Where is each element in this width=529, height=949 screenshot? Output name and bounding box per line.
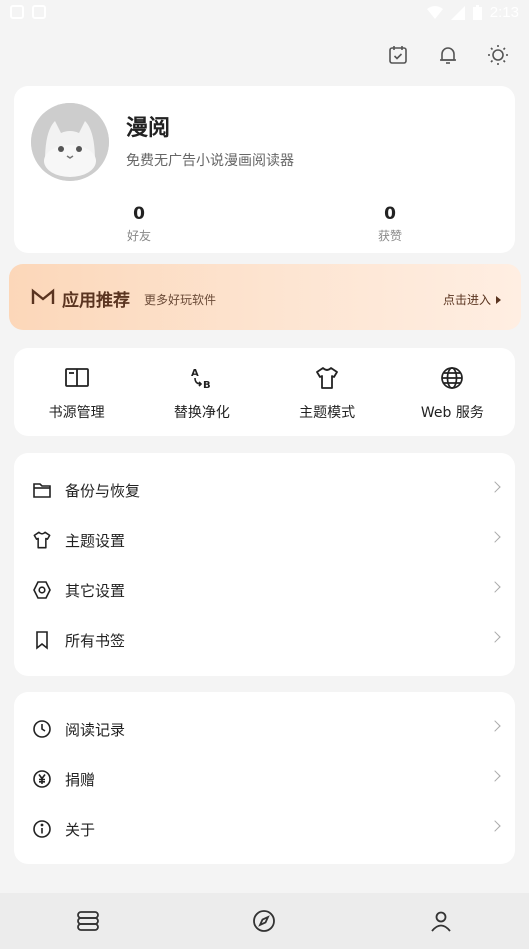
list-item-label: 所有书签 bbox=[65, 631, 126, 650]
chevron-right-icon bbox=[489, 481, 501, 493]
banner-action[interactable]: 点击进入 bbox=[443, 291, 501, 308]
nav-profile[interactable] bbox=[353, 893, 529, 949]
clock-icon bbox=[31, 718, 53, 740]
settings-card-2: 阅读记录 捐赠 关于 bbox=[14, 692, 515, 864]
quick-action-label: Web 服务 bbox=[420, 405, 484, 421]
theme-settings-item[interactable]: 主题设置 bbox=[14, 515, 515, 565]
play-triangle-icon bbox=[496, 295, 501, 304]
profile-card: 漫阅 免费无广告小说漫画阅读器 0 好友 0 获赞 bbox=[14, 86, 515, 253]
notification-icon bbox=[32, 5, 46, 19]
banner-title: 应用推荐 bbox=[62, 291, 130, 311]
donate-item[interactable]: 捐赠 bbox=[14, 754, 515, 804]
info-icon bbox=[31, 818, 53, 840]
bottom-navigation bbox=[0, 893, 529, 949]
quick-action-book-sources[interactable]: 书源管理 bbox=[14, 348, 139, 436]
status-notifications bbox=[10, 5, 46, 19]
friends-label: 好友 bbox=[126, 229, 151, 243]
profile-icon bbox=[431, 911, 451, 932]
nav-discover[interactable] bbox=[176, 893, 352, 949]
likes-count: 0 bbox=[384, 204, 396, 224]
list-item-label: 捐赠 bbox=[65, 770, 96, 789]
quick-action-theme-mode[interactable]: 主题模式 bbox=[265, 348, 390, 436]
backup-restore-item[interactable]: 备份与恢复 bbox=[14, 465, 515, 515]
bookshelf-icon bbox=[77, 911, 100, 931]
status-time: 2:13 bbox=[489, 4, 519, 21]
wifi-icon bbox=[426, 5, 443, 19]
folder-icon bbox=[31, 479, 53, 501]
top-actions bbox=[385, 42, 511, 68]
bell-icon[interactable] bbox=[435, 42, 461, 68]
quick-action-label: 替换净化 bbox=[173, 405, 230, 421]
chevron-right-icon bbox=[489, 770, 501, 782]
quick-actions-card: 书源管理 AB 替换净化 主题模式 Web 服务 bbox=[14, 348, 515, 436]
likes-stat[interactable]: 0 获赞 bbox=[360, 204, 420, 244]
friends-stat[interactable]: 0 好友 bbox=[109, 204, 169, 244]
other-settings-item[interactable]: 其它设置 bbox=[14, 565, 515, 615]
chevron-right-icon bbox=[489, 581, 501, 593]
avatar[interactable] bbox=[31, 103, 109, 181]
list-item-label: 阅读记录 bbox=[65, 720, 126, 739]
calendar-check-icon[interactable] bbox=[385, 42, 411, 68]
profile-description: 免费无广告小说漫画阅读器 bbox=[126, 153, 294, 169]
friends-count: 0 bbox=[133, 204, 145, 224]
chevron-right-icon bbox=[489, 720, 501, 732]
likes-label: 获赞 bbox=[377, 229, 402, 243]
battery-icon bbox=[472, 5, 482, 20]
book-open-icon bbox=[63, 364, 91, 392]
status-bar: 2:13 bbox=[0, 0, 529, 30]
quick-action-label: 书源管理 bbox=[48, 405, 105, 421]
profile-name: 漫阅 bbox=[126, 116, 171, 141]
chevron-right-icon bbox=[489, 631, 501, 643]
chevron-right-icon bbox=[489, 531, 501, 543]
sun-icon[interactable] bbox=[485, 42, 511, 68]
chevron-right-icon bbox=[489, 820, 501, 832]
notification-icon bbox=[10, 5, 24, 19]
reading-history-item[interactable]: 阅读记录 bbox=[14, 704, 515, 754]
svg-text:A: A bbox=[191, 368, 199, 379]
mail-logo-icon bbox=[31, 288, 55, 304]
yen-icon bbox=[31, 768, 53, 790]
globe-icon bbox=[438, 364, 466, 392]
status-indicators: 2:13 bbox=[426, 4, 519, 21]
banner-subtitle: 更多好玩软件 bbox=[144, 293, 217, 307]
list-item-label: 备份与恢复 bbox=[65, 481, 141, 500]
hexagon-settings-icon bbox=[31, 579, 53, 601]
nav-bookshelf[interactable] bbox=[0, 893, 176, 949]
list-item-label: 其它设置 bbox=[65, 581, 126, 600]
list-item-label: 主题设置 bbox=[65, 531, 126, 550]
tshirt-icon bbox=[313, 364, 341, 392]
tshirt-icon bbox=[31, 529, 53, 551]
list-item-label: 关于 bbox=[65, 820, 96, 839]
banner-action-label: 点击进入 bbox=[442, 293, 491, 307]
app-recommend-banner[interactable]: 应用推荐 更多好玩软件 点击进入 bbox=[9, 264, 521, 330]
bookmark-icon bbox=[31, 629, 53, 651]
quick-action-replace[interactable]: AB 替换净化 bbox=[139, 348, 264, 436]
signal-icon bbox=[450, 5, 465, 20]
replace-ab-icon: AB bbox=[188, 364, 216, 392]
quick-action-web-service[interactable]: Web 服务 bbox=[390, 348, 515, 436]
all-bookmarks-item[interactable]: 所有书签 bbox=[14, 615, 515, 665]
compass-icon bbox=[253, 910, 276, 932]
about-item[interactable]: 关于 bbox=[14, 804, 515, 854]
quick-action-label: 主题模式 bbox=[299, 405, 356, 421]
settings-card-1: 备份与恢复 主题设置 其它设置 所有书签 bbox=[14, 453, 515, 676]
svg-text:B: B bbox=[203, 380, 211, 391]
